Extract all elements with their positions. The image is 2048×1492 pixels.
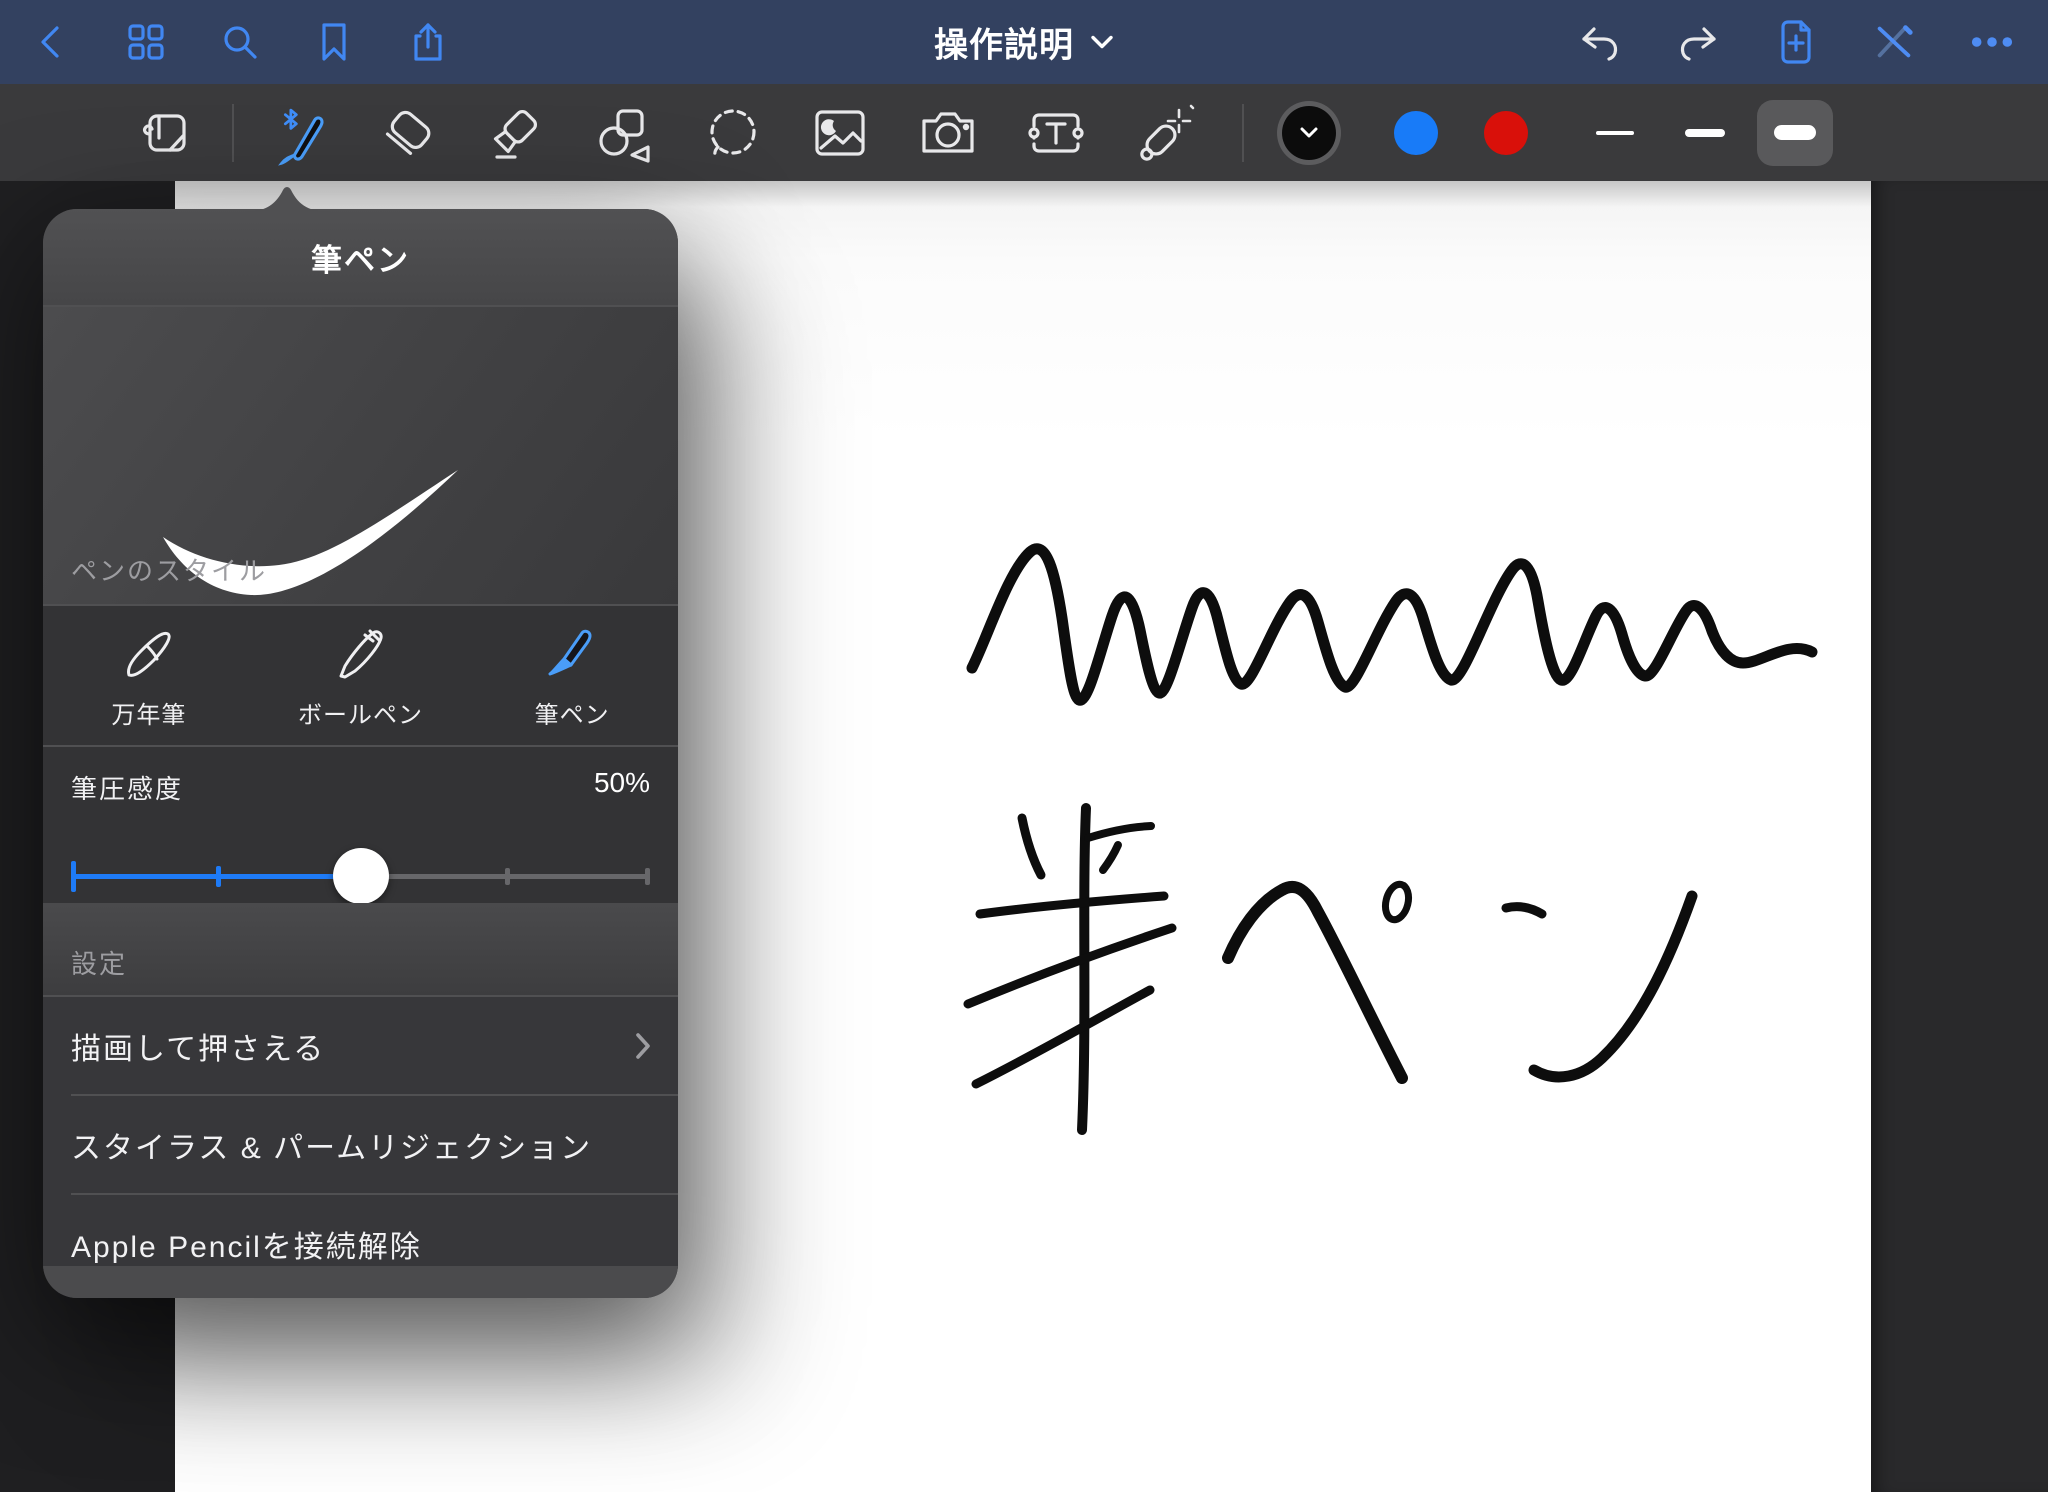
brush-pen-icon: [540, 621, 604, 685]
settings-rows: 描画して押さえる スタイラス & パームリジェクション Apple Pencil…: [43, 997, 678, 1294]
pencil-disconnect-icon: [1872, 22, 1916, 62]
chevron-down-icon: [1299, 126, 1319, 140]
color-swatch-blue[interactable]: [1394, 111, 1438, 155]
highlighter-icon: [485, 103, 547, 163]
nav-right-group: [1578, 20, 2048, 64]
share-button[interactable]: [406, 20, 450, 64]
pen-bluetooth-icon: [267, 99, 333, 167]
pen-settings-popover: 筆ペン ペンのスタイル 万年筆: [43, 209, 678, 1298]
pen-tool-button[interactable]: [267, 100, 333, 166]
more-icon: [1970, 35, 2014, 49]
bookmark-icon: [314, 21, 354, 63]
pen-style-label: ボールペン: [298, 695, 423, 730]
pen-style-fountain[interactable]: 万年筆: [43, 606, 255, 745]
chevron-right-icon: [634, 1031, 652, 1061]
disconnect-apple-pencil-label: Apple Pencilを接続解除: [71, 1222, 422, 1266]
pen-style-brush[interactable]: 筆ペン: [466, 606, 678, 745]
slider-tick: [645, 868, 650, 885]
chevron-down-icon: [1090, 34, 1114, 50]
app-screen: 操作説明: [0, 0, 2048, 1492]
pressure-slider[interactable]: [71, 849, 650, 903]
bookmark-button[interactable]: [312, 20, 356, 64]
popover-arrow: [242, 184, 332, 212]
toolbar-separator: [232, 104, 234, 162]
toolbar-separator: [1242, 104, 1244, 162]
ballpoint-pen-icon: [329, 621, 393, 685]
shapes-tool-button[interactable]: [591, 100, 657, 166]
pen-style-options: 万年筆 ボールペン 筆: [43, 606, 678, 745]
pen-style-ballpoint[interactable]: ボールペン: [255, 606, 467, 745]
draw-and-hold-label: 描画して押さえる: [71, 1024, 325, 1068]
shapes-icon: [592, 103, 656, 163]
stroke-preview: ペンのスタイル: [43, 307, 678, 604]
pressure-value: 50%: [594, 767, 650, 799]
pressure-label: 筆圧感度: [71, 769, 183, 806]
thickness-option-thick[interactable]: [1757, 100, 1833, 166]
text-icon: [1023, 105, 1089, 161]
pointer-tool-button[interactable]: [1131, 100, 1197, 166]
pressure-section: 筆圧感度 50%: [43, 747, 678, 903]
settings-section-header: 設定: [43, 903, 678, 995]
slider-knob[interactable]: [333, 848, 389, 904]
four-squares-icon: [125, 21, 167, 63]
back-button[interactable]: [30, 20, 74, 64]
pen-style-label: 筆ペン: [535, 695, 610, 730]
highlighter-tool-button[interactable]: [483, 100, 549, 166]
color-swatch-black[interactable]: [1287, 111, 1331, 155]
settings-section-label: 設定: [71, 944, 127, 981]
fountain-pen-icon: [117, 621, 181, 685]
eraser-tool-button[interactable]: [375, 100, 441, 166]
redo-icon: [1676, 22, 1720, 62]
pointer-icon: [1131, 102, 1197, 164]
pen-style-label: 万年筆: [111, 695, 186, 730]
toolbar-shadow: [175, 181, 1871, 207]
camera-icon: [916, 105, 980, 161]
search-icon: [219, 21, 261, 63]
add-page-icon: [1775, 19, 1817, 65]
thickness-option-medium[interactable]: [1667, 100, 1743, 166]
nav-left-group: [0, 20, 450, 64]
popover-title: 筆ペン: [311, 235, 410, 280]
back-icon: [32, 22, 72, 62]
slider-tick: [71, 861, 76, 892]
stylus-palm-rejection-label: スタイラス & パームリジェクション: [71, 1123, 592, 1167]
search-button[interactable]: [218, 20, 262, 64]
popover-header: 筆ペン: [43, 209, 678, 305]
eraser-icon: [377, 103, 439, 163]
page-margin-right: [1871, 181, 2048, 1492]
add-page-button[interactable]: [1774, 20, 1818, 64]
undo-icon: [1578, 22, 1622, 62]
pen-style-section-label: ペンのスタイル: [71, 551, 267, 588]
camera-tool-button[interactable]: [915, 100, 981, 166]
lasso-icon: [700, 103, 764, 163]
stylus-palm-rejection-row[interactable]: スタイラス & パームリジェクション: [43, 1096, 678, 1193]
image-tool-button[interactable]: [807, 100, 873, 166]
thumbnails-button[interactable]: [124, 20, 168, 64]
slider-tick: [505, 868, 510, 885]
share-icon: [407, 20, 449, 64]
slider-tick: [216, 866, 221, 887]
edit-mode-toggle-button[interactable]: [133, 100, 199, 166]
image-icon: [809, 105, 871, 161]
thickness-option-thin[interactable]: [1577, 100, 1653, 166]
lasso-tool-button[interactable]: [699, 100, 765, 166]
draw-and-hold-row[interactable]: 描画して押さえる: [43, 997, 678, 1094]
top-nav-bar: 操作説明: [0, 0, 2048, 84]
redo-button[interactable]: [1676, 20, 1720, 64]
document-title-label: 操作説明: [934, 18, 1074, 67]
edit-mode-icon: [137, 104, 195, 162]
document-title[interactable]: 操作説明: [934, 18, 1114, 67]
text-tool-button[interactable]: [1023, 100, 1089, 166]
undo-button[interactable]: [1578, 20, 1622, 64]
drawing-toolbar: [0, 84, 2048, 181]
pencil-disconnect-button[interactable]: [1872, 20, 1916, 64]
color-swatch-red[interactable]: [1484, 111, 1528, 155]
popover-footer: [43, 1266, 678, 1298]
more-button[interactable]: [1970, 20, 2014, 64]
